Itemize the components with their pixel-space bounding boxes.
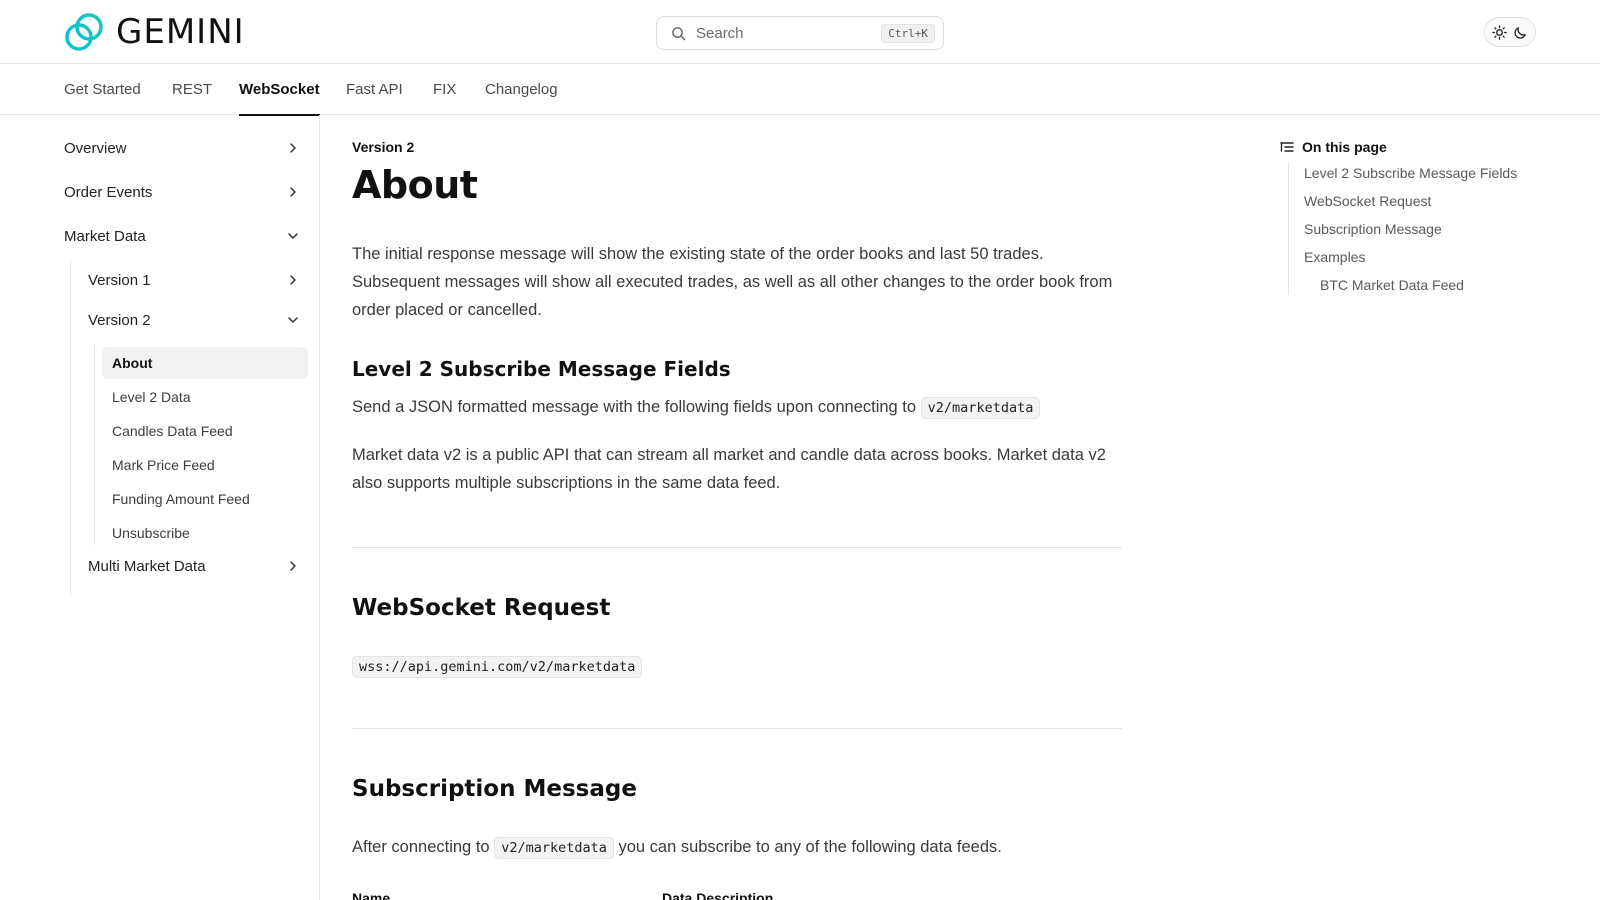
sidebar-item-candles-data-feed[interactable]: Candles Data Feed <box>102 415 308 447</box>
ws-request-heading[interactable]: WebSocket Request <box>352 595 610 621</box>
sidebar-item-unsubscribe[interactable]: Unsubscribe <box>102 517 308 549</box>
tab-websocket[interactable]: WebSocket <box>239 65 320 116</box>
level2-text: Send a JSON formatted message with the f… <box>352 398 917 416</box>
sun-icon[interactable] <box>1492 24 1507 40</box>
table-header-description: Data Description <box>662 890 774 900</box>
chevron-down-icon <box>288 233 298 239</box>
search-placeholder: Search <box>696 24 744 42</box>
tab-fix[interactable]: FIX <box>433 65 456 115</box>
sidebar-item-level-2-data[interactable]: Level 2 Data <box>102 381 308 413</box>
section-divider <box>352 728 1122 729</box>
sidebar-subtree-rail <box>94 345 95 545</box>
table-header-name: Name <box>352 890 391 900</box>
sidebar-tree-rail <box>70 261 71 595</box>
ws-request-url-paragraph: wss://api.gemini.com/v2/marketdata <box>352 652 1122 681</box>
top-nav-tabs: Get Started REST WebSocket Fast API FIX … <box>0 65 1600 116</box>
toc-link-subscription[interactable]: Subscription Message <box>1304 221 1442 237</box>
toc-heading: On this page <box>1280 139 1387 155</box>
subscription-heading[interactable]: Subscription Message <box>352 776 637 802</box>
sidebar-item-multi-market-data[interactable]: Multi Market Data <box>88 551 304 581</box>
subscription-text-after: you can subscribe to any of the followin… <box>618 838 1002 856</box>
sidebar-item-version-1[interactable]: Version 1 <box>88 265 304 295</box>
chevron-down-icon <box>288 317 298 323</box>
sidebar-item-mark-price-feed[interactable]: Mark Price Feed <box>102 449 308 481</box>
page-title: About <box>352 163 478 207</box>
tab-fast-api[interactable]: Fast API <box>346 65 403 115</box>
sidebar-item-label: Version 2 <box>88 311 151 329</box>
ws-url-code: wss://api.gemini.com/v2/marketdata <box>352 656 643 678</box>
search-icon <box>672 26 686 40</box>
site-header: GEMINI Search Ctrl+K <box>0 0 1600 64</box>
sidebar-item-version-2[interactable]: Version 2 <box>88 305 304 335</box>
gemini-logo-icon <box>65 13 103 51</box>
toc-link-level2[interactable]: Level 2 Subscribe Message Fields <box>1304 165 1517 181</box>
level2-paragraph-2: Market data v2 is a public API that can … <box>352 446 1106 492</box>
chevron-right-icon <box>290 187 296 197</box>
sidebar-item-label: Multi Market Data <box>88 557 206 575</box>
brand-logo[interactable]: GEMINI <box>64 12 245 52</box>
section-divider <box>352 547 1122 548</box>
sidebar-item-market-data[interactable]: Market Data <box>64 221 304 251</box>
sidebar-item-about[interactable]: About <box>102 347 308 379</box>
tab-rest[interactable]: REST <box>172 65 212 115</box>
chevron-right-icon <box>290 561 296 571</box>
toc-link-examples[interactable]: Examples <box>1304 249 1365 265</box>
moon-icon[interactable] <box>1513 25 1528 40</box>
sidebar-item-label: Version 1 <box>88 271 151 289</box>
sidebar-item-label: Overview <box>64 139 127 157</box>
inline-code: v2/marketdata <box>920 397 1041 419</box>
theme-toggle[interactable] <box>1484 17 1536 47</box>
level2-paragraph-1: Send a JSON formatted message with the f… <box>352 393 1122 422</box>
toc-rail <box>1288 163 1289 295</box>
sidebar-item-overview[interactable]: Overview <box>64 133 304 163</box>
toc-title: On this page <box>1302 139 1387 155</box>
sidebar-item-label: Order Events <box>64 183 153 201</box>
tab-changelog[interactable]: Changelog <box>485 65 558 115</box>
chevron-right-icon <box>290 275 296 285</box>
search-input[interactable]: Search Ctrl+K <box>656 16 944 50</box>
inline-code: v2/marketdata <box>494 837 614 859</box>
level2-heading[interactable]: Level 2 Subscribe Message Fields <box>352 357 731 381</box>
sidebar-item-funding-amount-feed[interactable]: Funding Amount Feed <box>102 483 308 515</box>
toc-link-btc-feed[interactable]: BTC Market Data Feed <box>1320 277 1464 293</box>
chevron-right-icon <box>290 143 296 153</box>
subscription-text-before: After connecting to <box>352 838 490 856</box>
list-icon <box>1280 142 1294 152</box>
brand-name: GEMINI <box>116 12 245 52</box>
sidebar-item-order-events[interactable]: Order Events <box>64 177 304 207</box>
subscription-paragraph: After connecting to v2/marketdata you ca… <box>352 833 1122 862</box>
search-shortcut: Ctrl+K <box>881 23 935 43</box>
tab-get-started[interactable]: Get Started <box>64 65 141 115</box>
toc-link-ws-request[interactable]: WebSocket Request <box>1304 193 1431 209</box>
breadcrumb: Version 2 <box>352 139 415 155</box>
sidebar-item-label: Market Data <box>64 227 146 245</box>
intro-paragraph: The initial response message will show t… <box>352 245 1113 319</box>
sidebar: Overview Order Events Market Data Versio… <box>0 115 320 900</box>
